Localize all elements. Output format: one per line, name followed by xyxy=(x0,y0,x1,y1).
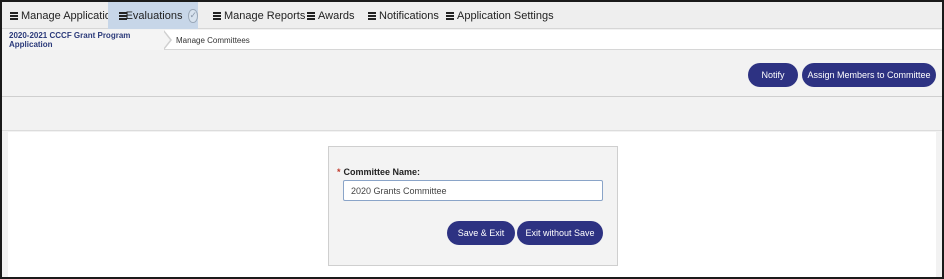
committee-name-input[interactable] xyxy=(343,180,603,201)
hamburger-icon xyxy=(307,12,315,20)
nav-evaluations[interactable]: Evaluations ✓ xyxy=(108,2,198,29)
committee-name-label-text: Committee Name: xyxy=(343,167,421,177)
nav-notifications[interactable]: Notifications xyxy=(368,2,439,29)
committee-form-card: *Committee Name: Save & Exit Exit withou… xyxy=(328,146,618,266)
hamburger-icon xyxy=(213,12,221,20)
nav-label: Awards xyxy=(318,9,355,22)
nav-manage-reports[interactable]: Manage Reports xyxy=(213,2,305,29)
breadcrumb-program-link[interactable]: 2020-2021 CCCF Grant Program Application xyxy=(2,30,164,50)
hamburger-icon xyxy=(119,12,127,20)
nav-label: Application Settings xyxy=(457,9,554,22)
notify-button[interactable]: Notify xyxy=(748,63,798,87)
toolbar-band xyxy=(2,98,942,131)
assign-members-button[interactable]: Assign Members to Committee xyxy=(802,63,936,87)
nav-label: Manage Reports xyxy=(224,9,306,22)
save-exit-button[interactable]: Save & Exit xyxy=(447,221,515,245)
nav-label: Notifications xyxy=(379,9,439,22)
nav-label: Evaluations xyxy=(125,9,183,22)
breadcrumb: 2020-2021 CCCF Grant Program Application… xyxy=(2,30,942,50)
hamburger-icon xyxy=(446,12,454,20)
exit-without-save-button[interactable]: Exit without Save xyxy=(517,221,603,245)
check-circle-icon: ✓ xyxy=(188,8,198,23)
hamburger-icon xyxy=(10,12,18,20)
nav-awards[interactable]: Awards xyxy=(307,2,354,29)
action-bar: Notify Assign Members to Committee xyxy=(2,51,942,97)
hamburger-icon xyxy=(368,12,376,20)
breadcrumb-current: Manage Committees xyxy=(176,35,250,45)
nav-application-settings[interactable]: Application Settings xyxy=(446,2,554,29)
app-frame: Manage Applications Evaluations ✓ Manage… xyxy=(0,0,944,279)
breadcrumb-separator-fill xyxy=(163,31,170,49)
main-content: *Committee Name: Save & Exit Exit withou… xyxy=(8,132,936,277)
committee-name-label: * Committee Name: xyxy=(337,167,420,177)
top-navigation: Manage Applications Evaluations ✓ Manage… xyxy=(2,2,942,29)
required-marker: * xyxy=(337,167,341,177)
nav-manage-applications[interactable]: Manage Applications xyxy=(10,2,123,29)
